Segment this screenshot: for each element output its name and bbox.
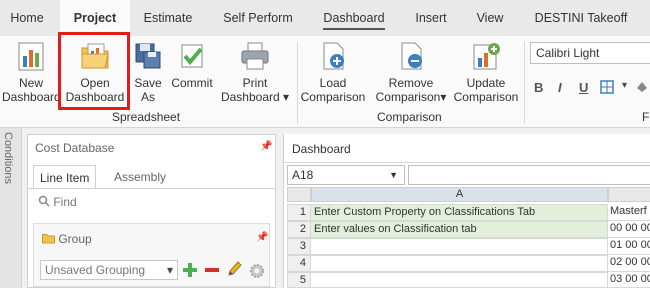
remove-icon[interactable] [204,262,220,278]
update-comparison-label-2: Comparison [453,90,519,104]
group-label-format: Fo [642,110,650,124]
chevron-down-icon: ▾ [283,90,290,104]
tab-estimate[interactable]: Estimate [136,0,200,36]
new-dashboard-label-2: Dashboard [2,90,61,104]
cost-database-panel: Cost Database 📌 Line Item Assembly Find … [27,134,276,288]
load-comparison-button[interactable]: Load Comparison [299,36,367,108]
dashboard-title: Dashboard [292,142,351,156]
borders-icon[interactable] [600,80,614,94]
gear-icon[interactable] [248,262,266,280]
chevron-down-icon: ▾ [166,263,173,277]
load-comparison-label-1: Load [319,76,347,90]
document-remove-icon [401,42,422,70]
tab-project[interactable]: Project [60,0,130,36]
pencil-icon[interactable] [226,260,242,278]
tab-view[interactable]: View [466,0,514,36]
table-cell[interactable]: Enter Custom Property on Classifications… [311,204,608,221]
load-comparison-label-2: Comparison [300,90,366,104]
add-icon[interactable] [182,262,198,278]
column-header-b[interactable] [608,187,650,202]
save-as-label-1: Save [134,76,162,90]
dashboard-divider [284,162,650,163]
highlight-box [58,32,130,110]
italic-button[interactable]: I [558,80,562,95]
table-cell[interactable] [311,272,608,288]
new-dashboard-label-1: New [18,76,43,90]
print-dashboard-label-1: Print [242,76,268,90]
cell-reference-box[interactable]: A18 ▼ [287,165,405,185]
bold-button[interactable]: B [534,80,543,95]
conditions-strip[interactable]: Conditions [0,128,22,288]
tab-insert[interactable]: Insert [404,0,458,36]
column-header-a[interactable]: A [311,187,608,202]
remove-comparison-label-2: Comparison▾ [375,90,447,104]
corner-header[interactable] [287,187,311,202]
group-title: Group [42,232,92,246]
table-cell[interactable]: 01 00 00 [608,238,650,255]
checkmark-icon [181,44,203,68]
new-dashboard-button[interactable]: New Dashboard [2,36,61,108]
search-icon [38,195,50,207]
cell-reference-value: A18 [292,168,314,182]
commit-button[interactable]: Commit [168,36,216,108]
save-as-label-2: As [140,90,155,104]
conditions-label: Conditions [2,132,14,184]
update-chart-icon [473,43,500,70]
row-number[interactable]: 1 [287,204,311,221]
table-cell[interactable]: Masterf [608,204,650,221]
tab-destini-takeoff[interactable]: DESTINI Takeoff [526,0,636,36]
save-icon [135,43,161,69]
tab-home[interactable]: Home [0,0,54,36]
row-number[interactable]: 4 [287,255,311,272]
printer-icon [241,42,269,70]
row-number[interactable]: 3 [287,238,311,255]
table-cell[interactable]: 03 00 00 [608,272,650,288]
menu-bar: Home Project Estimate Self Perform Dashb… [0,0,650,36]
remove-comparison-button[interactable]: Remove Comparison▾ [374,36,448,108]
chevron-down-icon: ▼ [389,170,398,180]
table-cell[interactable]: Enter values on Classification tab [311,221,608,238]
table-cell[interactable]: 00 00 00 [608,221,650,238]
ribbon-separator [297,42,298,124]
update-comparison-button[interactable]: Update Comparison [452,36,520,108]
group-label-comparison: Comparison [377,110,442,124]
tab-divider [28,188,275,189]
tab-assembly[interactable]: Assembly [108,165,172,189]
row-number[interactable]: 5 [287,272,311,288]
tab-dashboard[interactable]: Dashboard [314,0,394,36]
table-cell[interactable]: 02 00 00 [608,255,650,272]
dashboard-panel: Dashboard A18 ▼ A 1 Enter Custom Propert… [283,134,650,288]
bar-chart-icon [18,42,44,71]
ribbon-separator [524,42,525,124]
find-field[interactable]: Find [38,195,77,209]
underline-button[interactable]: U [579,80,588,95]
update-comparison-label-1: Update [466,76,506,90]
row-number[interactable]: 2 [287,221,311,238]
pin-icon[interactable]: 📌 [256,232,268,243]
folder-icon [42,234,55,244]
tab-self-perform[interactable]: Self Perform [214,0,302,36]
pin-icon[interactable]: 📌 [260,141,272,152]
remove-comparison-label-1: Remove [388,76,434,90]
group-box: Group 📌 Unsaved Grouping ▾ [33,223,270,287]
formula-bar[interactable] [408,165,650,185]
grouping-value: Unsaved Grouping [45,263,146,277]
grouping-select[interactable]: Unsaved Grouping ▾ [40,260,178,280]
fill-color-icon[interactable] [634,80,650,94]
print-dashboard-label-2: Dashboard ▾ [220,90,290,104]
commit-label: Commit [171,76,213,90]
tab-line-item[interactable]: Line Item [33,165,97,189]
find-placeholder: Find [53,195,77,209]
chevron-down-icon[interactable]: ▾ [622,80,627,91]
font-select[interactable]: Calibri Light [530,42,650,64]
document-add-icon [323,42,344,70]
table-cell[interactable] [311,255,608,272]
panel-title: Cost Database [35,141,115,155]
save-as-button[interactable]: Save As [130,36,166,108]
table-cell[interactable] [311,238,608,255]
chevron-down-icon: ▾ [440,90,447,104]
print-dashboard-button[interactable]: Print Dashboard ▾ [220,36,290,108]
group-label-spreadsheet: Spreadsheet [112,110,181,124]
group-label: Group [58,232,92,246]
